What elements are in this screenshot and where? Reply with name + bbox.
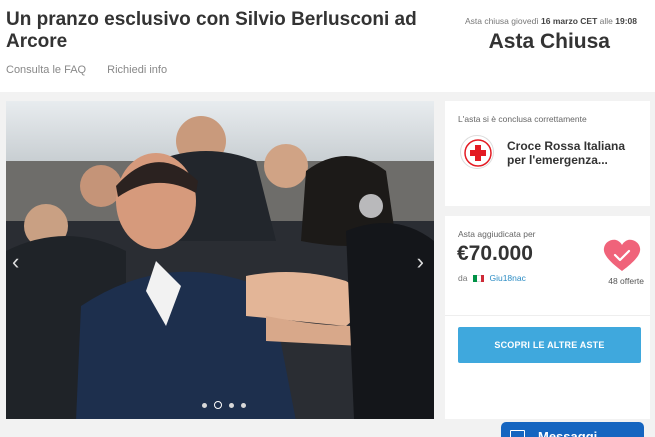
envelope-icon	[510, 430, 525, 437]
page-header: Un pranzo esclusivo con Silvio Berluscon…	[0, 0, 655, 92]
award-card: Asta aggiudicata per €70.000 da Giu18nac…	[445, 216, 650, 315]
red-cross-logo-icon[interactable]	[460, 135, 494, 169]
award-amount: €70.000	[457, 242, 533, 265]
gallery-dot[interactable]	[241, 402, 246, 408]
winner-prefix: da	[458, 273, 468, 283]
messages-label: Messaggi	[538, 429, 598, 437]
italy-flag-icon	[473, 274, 485, 282]
charity-card: L'asta si è conclusa correttamente Croce…	[445, 101, 650, 206]
closing-mid: alle	[599, 16, 613, 26]
winner-name-link[interactable]: Giu18nac	[489, 273, 525, 283]
heart-icon[interactable]	[603, 239, 641, 273]
award-label: Asta aggiudicata per	[458, 229, 536, 239]
cta-card: SCOPRI LE ALTRE ASTE	[445, 315, 650, 419]
header-links: Consulta le FAQ Richiedi info	[6, 64, 185, 76]
gallery-dot[interactable]	[229, 402, 234, 408]
photo-gallery[interactable]: ‹ ›	[6, 101, 434, 419]
gallery-dot[interactable]	[202, 402, 207, 408]
charity-name[interactable]: Croce Rossa Italiana per l'emergenza...	[507, 139, 637, 167]
auction-closed-note: L'asta si è conclusa correttamente	[458, 114, 587, 124]
gallery-next-button[interactable]: ›	[417, 249, 424, 275]
offers-count: 48 offerte	[608, 276, 644, 286]
auction-status: Asta Chiusa	[488, 30, 610, 53]
closing-time: 19:08	[615, 16, 637, 26]
other-auctions-button[interactable]: SCOPRI LE ALTRE ASTE	[458, 327, 641, 363]
closing-info: Asta chiusa giovedì 16 marzo CET alle 19…	[465, 16, 637, 26]
closing-date: 16 marzo CET	[541, 16, 598, 26]
winner-row: da Giu18nac	[458, 273, 526, 283]
faq-link[interactable]: Consulta le FAQ	[6, 64, 86, 76]
info-link[interactable]: Richiedi info	[107, 64, 167, 76]
closing-prefix: Asta chiusa giovedì	[464, 16, 539, 26]
gallery-dot-active[interactable]	[214, 401, 222, 409]
messages-button[interactable]: Messaggi	[501, 422, 644, 437]
gallery-photo	[6, 101, 434, 419]
gallery-prev-button[interactable]: ‹	[12, 249, 19, 275]
page-title: Un pranzo esclusivo con Silvio Berluscon…	[6, 9, 417, 52]
gallery-dots	[202, 401, 246, 409]
